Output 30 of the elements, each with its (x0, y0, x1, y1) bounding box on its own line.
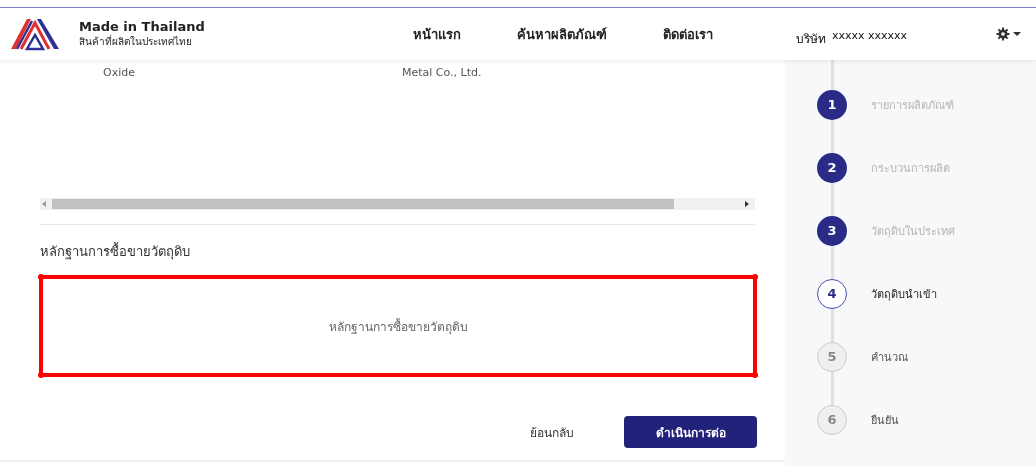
company-label: บริษัท (796, 30, 826, 48)
brand-subtitle: สินค้าที่ผลิตในประเทศไทย (79, 34, 193, 49)
horizontal-scrollbar[interactable] (40, 198, 755, 210)
step-number: 5 (817, 341, 847, 372)
step-label: วัตถุดิบในประเทศ (871, 223, 955, 240)
company-name: xxxxx xxxxxx (832, 28, 908, 44)
brand-title: Made in Thailand (79, 19, 206, 34)
nav-link[interactable]: ค้นหาผลิตภัณฑ์ (517, 23, 607, 45)
step-number: 6 (817, 404, 847, 435)
scroll-left-icon[interactable] (40, 200, 48, 208)
back-button[interactable]: ย้อนกลับ (524, 421, 580, 443)
table-cell-text: Oxide (103, 66, 136, 79)
continue-button[interactable]: ดำเนินการต่อ (624, 416, 757, 448)
table-cell: Metal Co., Ltd. (402, 66, 482, 79)
section-title: หลักฐานการซื้อขายวัตถุดิบ (40, 241, 191, 262)
nav-link[interactable]: ติดต่อเรา (663, 23, 713, 45)
step-label: คำนวณ (871, 349, 908, 366)
scroll-thumb[interactable] (52, 199, 674, 209)
step-number: 3 (817, 215, 847, 246)
upload-dropzone[interactable]: หลักฐานการซื้อขายวัตถุดิบ (40, 276, 756, 376)
step-number: 1 (817, 89, 847, 120)
step-label: ยืนยัน (871, 412, 899, 429)
scroll-right-icon[interactable] (743, 200, 751, 208)
nav-link[interactable]: หน้าแรก (413, 23, 461, 45)
step-label: กระบวนการผลิต (871, 160, 950, 177)
step-label: วัตถุดิบนำเข้า (871, 286, 937, 303)
step-number: 4 (817, 278, 847, 309)
step-number: 2 (817, 152, 847, 183)
settings-icon[interactable] (996, 27, 1022, 41)
step-label: รายการผลิตภัณฑ์ (871, 97, 954, 114)
